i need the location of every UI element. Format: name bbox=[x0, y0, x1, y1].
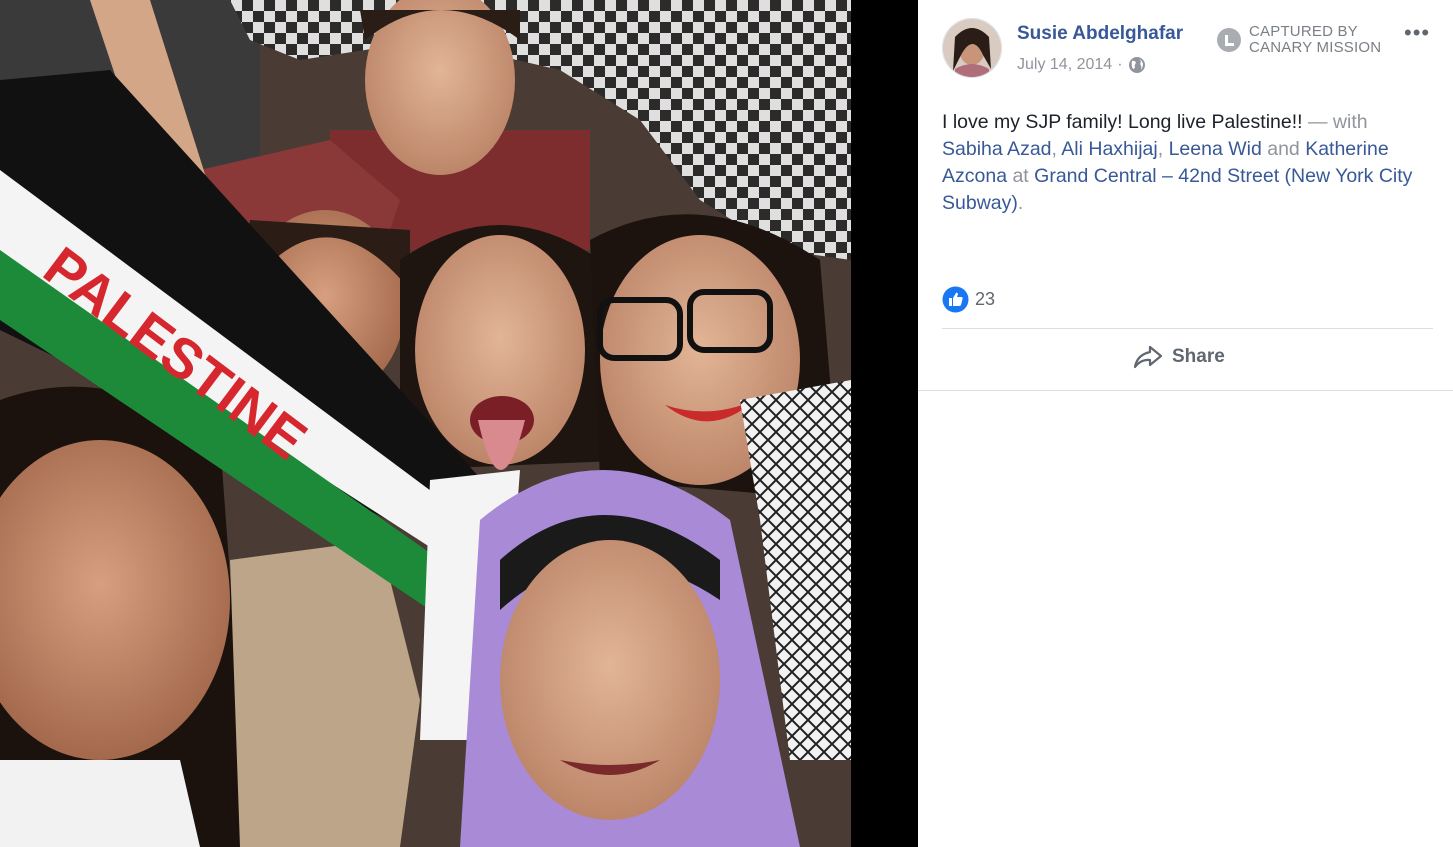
like-count: 23 bbox=[975, 289, 996, 309]
divider bbox=[942, 328, 1433, 329]
watermark-line-2: CANARY MISSION bbox=[1249, 39, 1382, 56]
post-message: I love my SJP family! Long live Palestin… bbox=[942, 111, 1303, 133]
tag-link-2[interactable]: Ali Haxhijaj bbox=[1061, 138, 1157, 160]
author-avatar[interactable] bbox=[942, 18, 1002, 78]
post-viewer: PALESTINE Susie Abdelghafar July 14, 201… bbox=[0, 0, 1453, 847]
more-options-button[interactable]: ••• bbox=[1404, 22, 1430, 44]
post-photo[interactable]: PALESTINE bbox=[0, 0, 851, 847]
share-label: Share bbox=[1172, 346, 1225, 367]
tag-link-3[interactable]: Leena Wid bbox=[1169, 138, 1262, 160]
meta-separator: · bbox=[1117, 56, 1123, 73]
and-text: and bbox=[1261, 138, 1306, 160]
with-text: — with bbox=[1302, 111, 1368, 133]
tag-comma-2: , bbox=[1157, 138, 1169, 160]
watermark-line-1: CAPTURED BY bbox=[1249, 23, 1358, 40]
share-icon bbox=[1133, 345, 1163, 369]
canary-mission-logo bbox=[1217, 28, 1241, 52]
tag-link-1[interactable]: Sabiha Azad bbox=[942, 138, 1052, 160]
author-name[interactable]: Susie Abdelghafar bbox=[1017, 23, 1183, 45]
post-date[interactable]: July 14, 2014 bbox=[1017, 56, 1112, 74]
photo-panel: PALESTINE bbox=[0, 0, 918, 847]
post-text: I love my SJP family! Long live Palestin… bbox=[942, 109, 1432, 217]
share-button[interactable]: Share bbox=[1133, 344, 1225, 370]
section-divider bbox=[918, 390, 1453, 391]
at-text: at bbox=[1007, 165, 1035, 187]
reactions-summary[interactable]: 23 bbox=[942, 286, 995, 313]
like-icon bbox=[942, 286, 969, 313]
post-meta: July 14, 2014 · bbox=[1017, 56, 1146, 74]
tag-comma-1: , bbox=[1051, 138, 1062, 160]
end-period: . bbox=[1017, 192, 1024, 214]
post-panel: Susie Abdelghafar July 14, 2014 · CAPTUR… bbox=[918, 0, 1453, 847]
globe-icon[interactable] bbox=[1128, 56, 1146, 74]
canary-mission-watermark: CAPTURED BY CANARY MISSION bbox=[1216, 24, 1381, 56]
